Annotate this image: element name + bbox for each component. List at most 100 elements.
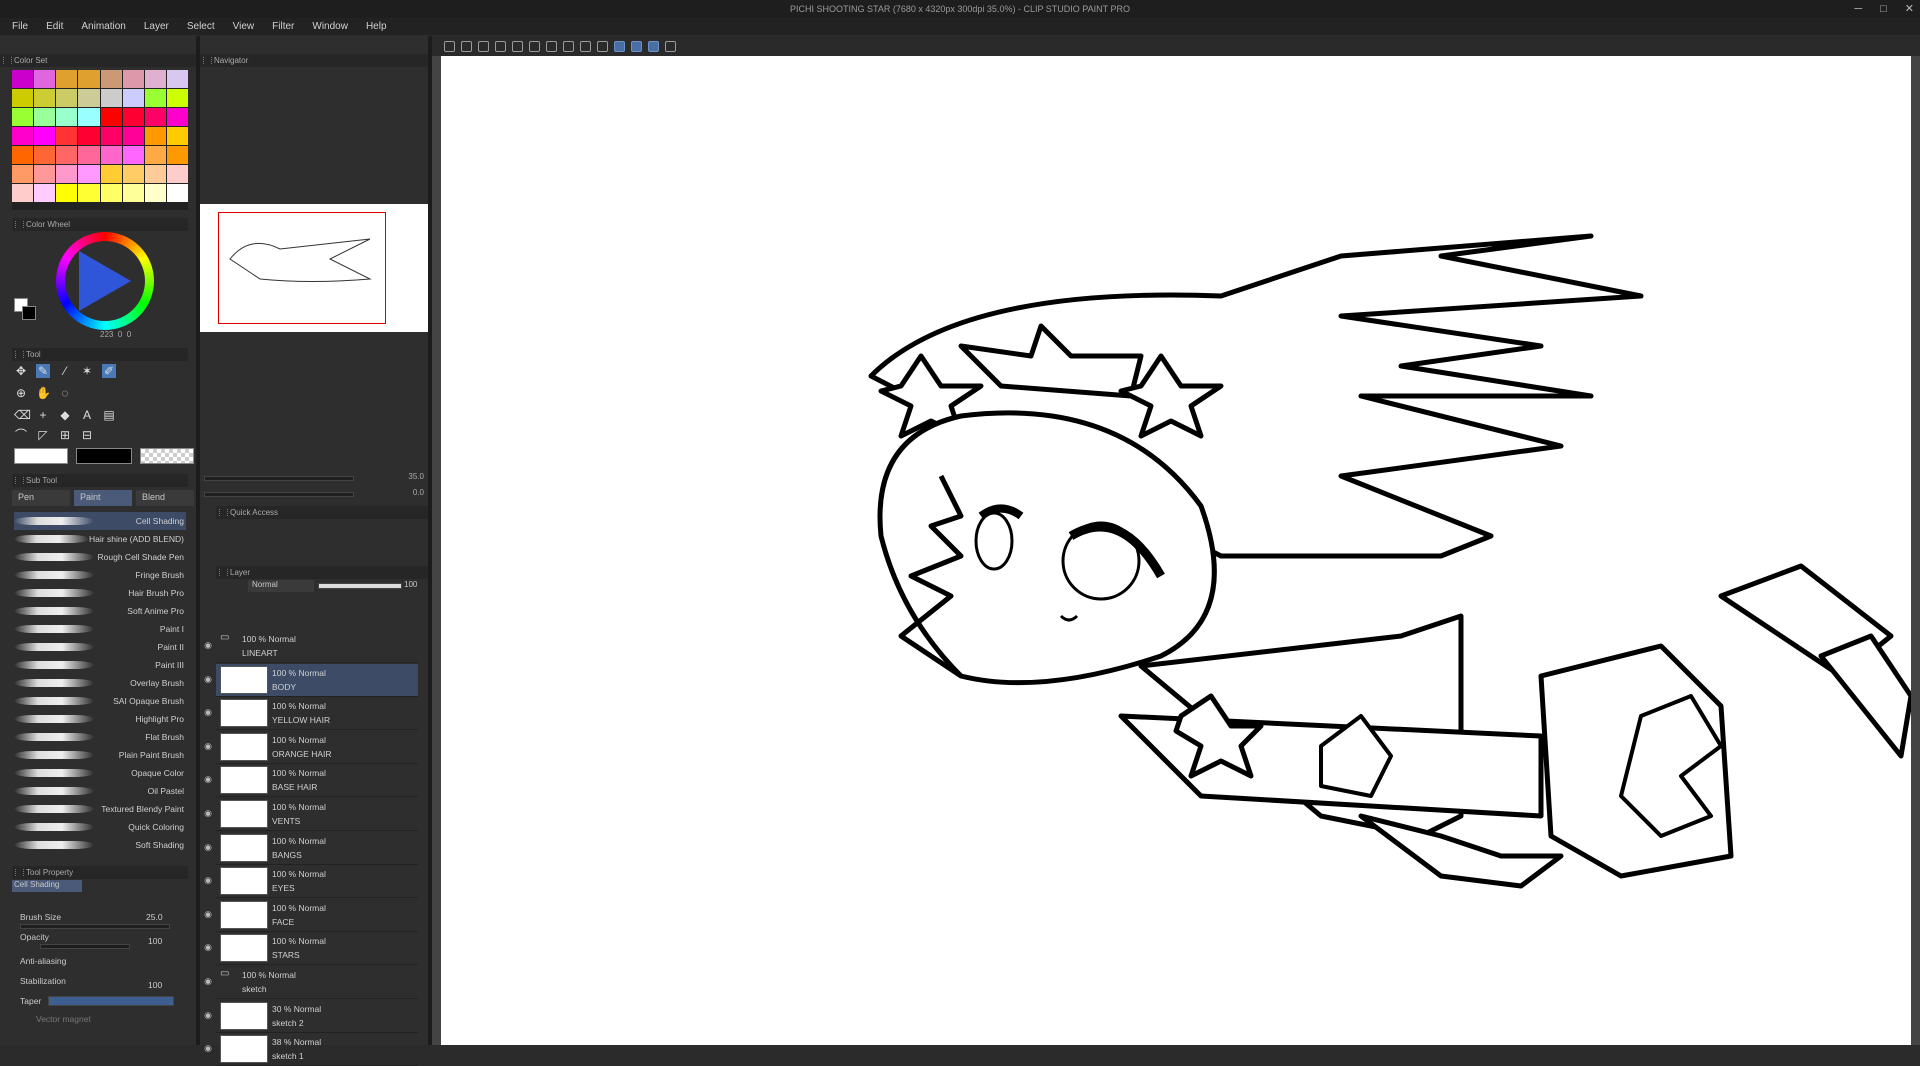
- snap-grid-icon[interactable]: [631, 40, 642, 52]
- color-swatch[interactable]: [166, 127, 188, 145]
- color-swatch[interactable]: [100, 108, 122, 126]
- save-icon[interactable]: [546, 40, 557, 52]
- brush-item[interactable]: Hair shine (ADD BLEND): [14, 530, 186, 548]
- layer-row[interactable]: 100 % Normal BASE HAIR: [216, 764, 418, 798]
- brush-item[interactable]: Soft Anime Pro: [14, 602, 186, 620]
- color-swatch[interactable]: [56, 165, 78, 183]
- color-swatch[interactable]: [122, 108, 144, 126]
- menu-file[interactable]: File: [12, 21, 28, 32]
- wand-icon[interactable]: ✶: [80, 364, 94, 378]
- sub-color-swatch[interactable]: [22, 306, 36, 320]
- stabilization-value[interactable]: 100: [148, 980, 162, 990]
- tab-blend[interactable]: Blend: [136, 490, 194, 506]
- brush-size-value[interactable]: 25.0: [146, 912, 163, 922]
- brush-item[interactable]: Fringe Brush: [14, 566, 186, 584]
- color-swatch[interactable]: [100, 70, 122, 88]
- main-color-bar[interactable]: [14, 448, 68, 464]
- color-swatch[interactable]: [144, 127, 166, 145]
- curve-icon[interactable]: ⌒: [14, 428, 28, 442]
- color-swatch[interactable]: [122, 146, 144, 164]
- brush-icon[interactable]: ✐: [102, 364, 116, 378]
- layer-row[interactable]: 100 % Normal BANGS: [216, 832, 418, 865]
- opacity-value[interactable]: 100: [148, 936, 162, 946]
- hand-icon[interactable]: ✋: [36, 386, 51, 400]
- visibility-eye-icon[interactable]: ◉: [200, 909, 216, 920]
- menu-layer[interactable]: Layer: [144, 21, 169, 32]
- color-swatch[interactable]: [56, 146, 78, 164]
- color-swatch[interactable]: [12, 70, 34, 88]
- color-swatch[interactable]: [56, 184, 78, 202]
- eyedropper-icon[interactable]: ⁄: [58, 364, 72, 378]
- color-swatch[interactable]: [100, 89, 122, 107]
- layer-folder[interactable]: ▭ 100 % Normal sketch: [216, 966, 418, 999]
- color-triangle[interactable]: [79, 251, 131, 311]
- color-swatch[interactable]: [78, 89, 100, 107]
- color-swatch[interactable]: [56, 70, 78, 88]
- layer-row[interactable]: 30 % Normal sketch 2: [216, 1000, 418, 1033]
- visibility-eye-icon[interactable]: ◉: [200, 707, 216, 718]
- sub-color-bar[interactable]: [76, 448, 132, 464]
- snap-ruler-icon[interactable]: [614, 40, 625, 52]
- brush-item[interactable]: Paint III: [14, 656, 186, 674]
- maximize-button[interactable]: □: [1880, 0, 1887, 18]
- color-swatch[interactable]: [78, 127, 100, 145]
- color-swatch[interactable]: [122, 184, 144, 202]
- color-swatch[interactable]: [100, 146, 122, 164]
- settings-icon[interactable]: [461, 40, 472, 52]
- color-swatch[interactable]: [122, 70, 144, 88]
- color-swatch[interactable]: [34, 165, 56, 183]
- taper-slider[interactable]: [48, 996, 174, 1006]
- menu-edit[interactable]: Edit: [46, 21, 63, 32]
- color-swatch[interactable]: [166, 108, 188, 126]
- brush-item[interactable]: Overlay Brush: [14, 674, 186, 692]
- pen-tool-icon[interactable]: ✎: [36, 364, 50, 378]
- opacity-slider[interactable]: [40, 944, 130, 949]
- brush-item[interactable]: Opaque Color: [14, 764, 186, 782]
- color-swatch[interactable]: [34, 146, 56, 164]
- visibility-eye-icon[interactable]: ◉: [200, 976, 216, 987]
- grid-icon[interactable]: ⊞: [58, 428, 72, 442]
- navigator-preview[interactable]: [200, 204, 428, 332]
- visibility-eye-icon[interactable]: ◉: [200, 842, 216, 853]
- color-swatch[interactable]: [166, 89, 188, 107]
- menu-animation[interactable]: Animation: [81, 21, 125, 32]
- eraser-icon[interactable]: ⌫: [14, 408, 31, 422]
- color-swatch[interactable]: [34, 127, 56, 145]
- rotate-value[interactable]: 0.0: [413, 488, 424, 497]
- decoration-icon[interactable]: +: [36, 408, 50, 422]
- color-swatch[interactable]: [144, 89, 166, 107]
- color-swatch[interactable]: [56, 127, 78, 145]
- layer-row[interactable]: 100 % Normal EYES: [216, 865, 418, 899]
- brush-item[interactable]: Flat Brush: [14, 728, 186, 746]
- color-swatch[interactable]: [144, 108, 166, 126]
- menu-window[interactable]: Window: [312, 21, 348, 32]
- layer-opacity-slider[interactable]: [318, 583, 402, 589]
- transparent-color-bar[interactable]: [140, 448, 194, 464]
- color-swatch[interactable]: [166, 70, 188, 88]
- layer-row[interactable]: 38 % Normal sketch 1: [216, 1033, 418, 1066]
- color-swatch[interactable]: [56, 89, 78, 107]
- select-icon[interactable]: [563, 40, 574, 52]
- crop-icon[interactable]: [597, 40, 608, 52]
- menu-filter[interactable]: Filter: [272, 21, 294, 32]
- visibility-eye-icon[interactable]: ◉: [200, 640, 216, 651]
- color-swatch[interactable]: [100, 184, 122, 202]
- lasso-icon[interactable]: ◌: [58, 386, 72, 400]
- color-swatch[interactable]: [78, 165, 100, 183]
- layer-opacity-value[interactable]: 100: [404, 580, 417, 589]
- visibility-eye-icon[interactable]: ◉: [200, 942, 216, 953]
- color-swatch[interactable]: [12, 184, 34, 202]
- flip-icon[interactable]: [648, 40, 659, 52]
- visibility-eye-icon[interactable]: ◉: [200, 808, 216, 819]
- color-swatch[interactable]: [122, 165, 144, 183]
- color-swatch[interactable]: [100, 165, 122, 183]
- brush-item[interactable]: Hair Brush Pro: [14, 584, 186, 602]
- brush-item[interactable]: Highlight Pro: [14, 710, 186, 728]
- redo-icon[interactable]: [495, 40, 506, 52]
- zoom-value[interactable]: 35.0: [408, 472, 424, 481]
- color-swatch[interactable]: [12, 108, 34, 126]
- layer-row[interactable]: 100 % Normal STARS: [216, 932, 418, 966]
- color-swatch[interactable]: [56, 108, 78, 126]
- rotate-slider[interactable]: [204, 492, 354, 497]
- layer-folder[interactable]: ▭ 100 % Normal LINEART: [216, 630, 418, 663]
